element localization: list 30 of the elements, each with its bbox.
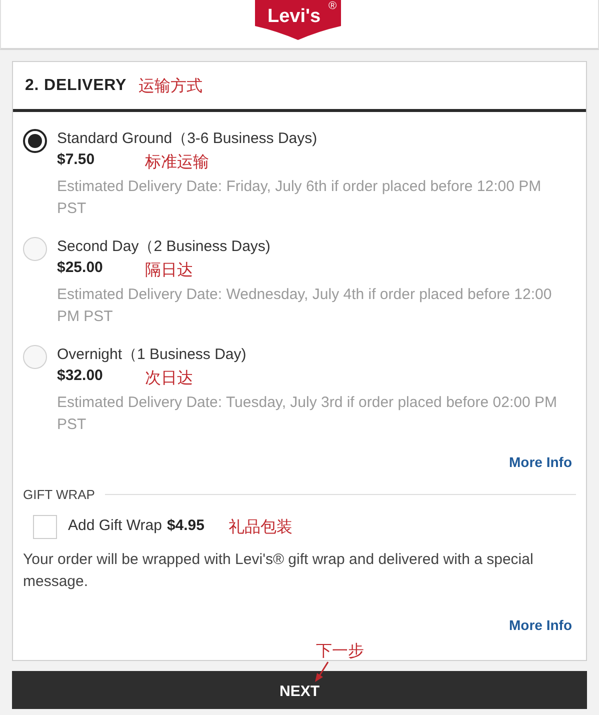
radio-button[interactable]: [23, 129, 47, 153]
registered-mark: ®: [328, 1, 337, 12]
annotation: 礼品包装: [228, 516, 292, 538]
logo-text: Levi's: [268, 7, 321, 26]
option-price: $32.00: [57, 366, 104, 386]
arrow-icon: [314, 660, 330, 682]
section-title: 2. DELIVERY: [25, 76, 127, 96]
annotation: 标准运输: [145, 152, 209, 172]
more-info-link[interactable]: More Info: [509, 614, 572, 636]
delivery-estimate: Estimated Delivery Date: Friday, July 6th if order placed before 12:00 PM PST: [57, 177, 542, 219]
more-info-link[interactable]: More Info: [509, 452, 572, 473]
annotation: 下一步: [316, 640, 364, 660]
option-name: Second Day（2 Business Days): [57, 237, 272, 257]
checkbox[interactable]: [33, 514, 57, 538]
annotation: 隔日达: [145, 260, 193, 280]
delivery-estimate: Estimated Delivery Date: Wednesday, July 4th if order placed before 12:00 PM PST: [57, 285, 553, 327]
delivery-estimate: Estimated Delivery Date: Tuesday, July 3rd if order placed before 02:00 PM PST: [57, 393, 558, 435]
annotation: 次日达: [145, 368, 193, 388]
annotation: 运输方式: [138, 74, 203, 96]
gift-wrap-label: Add Gift Wrap: [68, 516, 162, 536]
next-button[interactable]: NEXT: [12, 670, 587, 708]
option-price: $25.00: [57, 258, 104, 278]
option-name: Overnight（1 Business Day): [57, 345, 248, 365]
option-price: $7.50: [57, 150, 96, 170]
option-name: Standard Ground（3-6 Business Days): [57, 129, 318, 149]
logo[interactable]: Levi's ®: [254, 0, 344, 40]
gift-wrap-heading: GIFT WRAP: [23, 486, 95, 504]
gift-wrap-description: Your order will be wrapped with Levi's® gift wrap and delivered with a special message.: [23, 550, 534, 592]
gift-wrap-price: $4.95: [166, 516, 204, 536]
batwing-logo-icon: [254, 0, 340, 40]
